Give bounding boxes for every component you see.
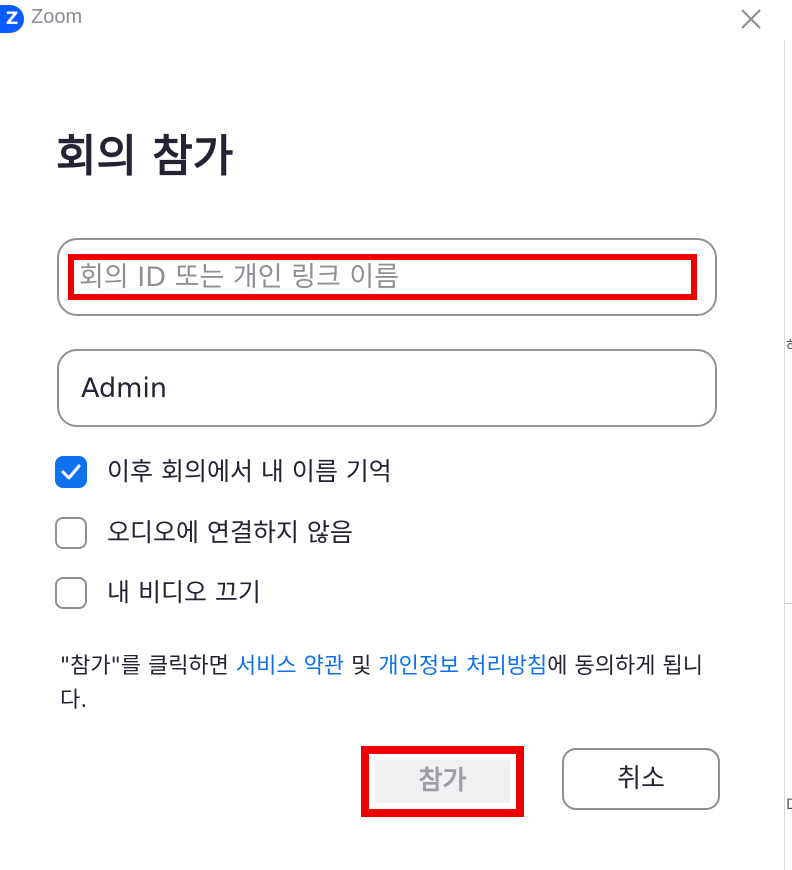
display-name-field[interactable] — [57, 349, 717, 427]
window-title: Zoom — [31, 6, 83, 28]
terms-text: "참가"를 클릭하면 서비스 약관 및 개인정보 처리방침에 동의하게 됩니다. — [60, 650, 720, 718]
no-audio-checkbox[interactable] — [55, 517, 87, 549]
page-title: 회의 참가 — [56, 131, 234, 182]
service-terms-link[interactable]: 서비스 약관 — [236, 654, 344, 679]
display-name-input[interactable] — [81, 351, 691, 425]
title-bar: Z Zoom — [0, 0, 792, 40]
close-icon — [741, 9, 761, 29]
remember-name-checkbox[interactable] — [55, 456, 87, 488]
join-button[interactable]: 참가 — [375, 760, 510, 803]
cancel-button[interactable]: 취소 — [562, 748, 720, 810]
video-off-label: 내 비디오 끄기 — [107, 578, 261, 607]
remember-name-label: 이후 회의에서 내 이름 기억 — [107, 457, 392, 486]
background-divider — [785, 603, 792, 604]
background-text-fragment: D — [786, 797, 792, 813]
background-text-fragment: 하 — [786, 336, 792, 356]
window-edge — [784, 40, 785, 870]
terms-prefix: "참가"를 클릭하면 — [60, 654, 236, 679]
video-off-checkbox[interactable] — [55, 577, 87, 609]
privacy-policy-link[interactable]: 개인정보 처리방침 — [378, 654, 547, 679]
checkmark-icon — [61, 464, 81, 480]
close-button[interactable] — [736, 4, 766, 34]
no-audio-label: 오디오에 연결하지 않음 — [107, 518, 353, 547]
zoom-logo-icon: Z — [0, 5, 24, 33]
terms-and: 및 — [344, 654, 379, 679]
highlight-annotation — [68, 254, 697, 300]
